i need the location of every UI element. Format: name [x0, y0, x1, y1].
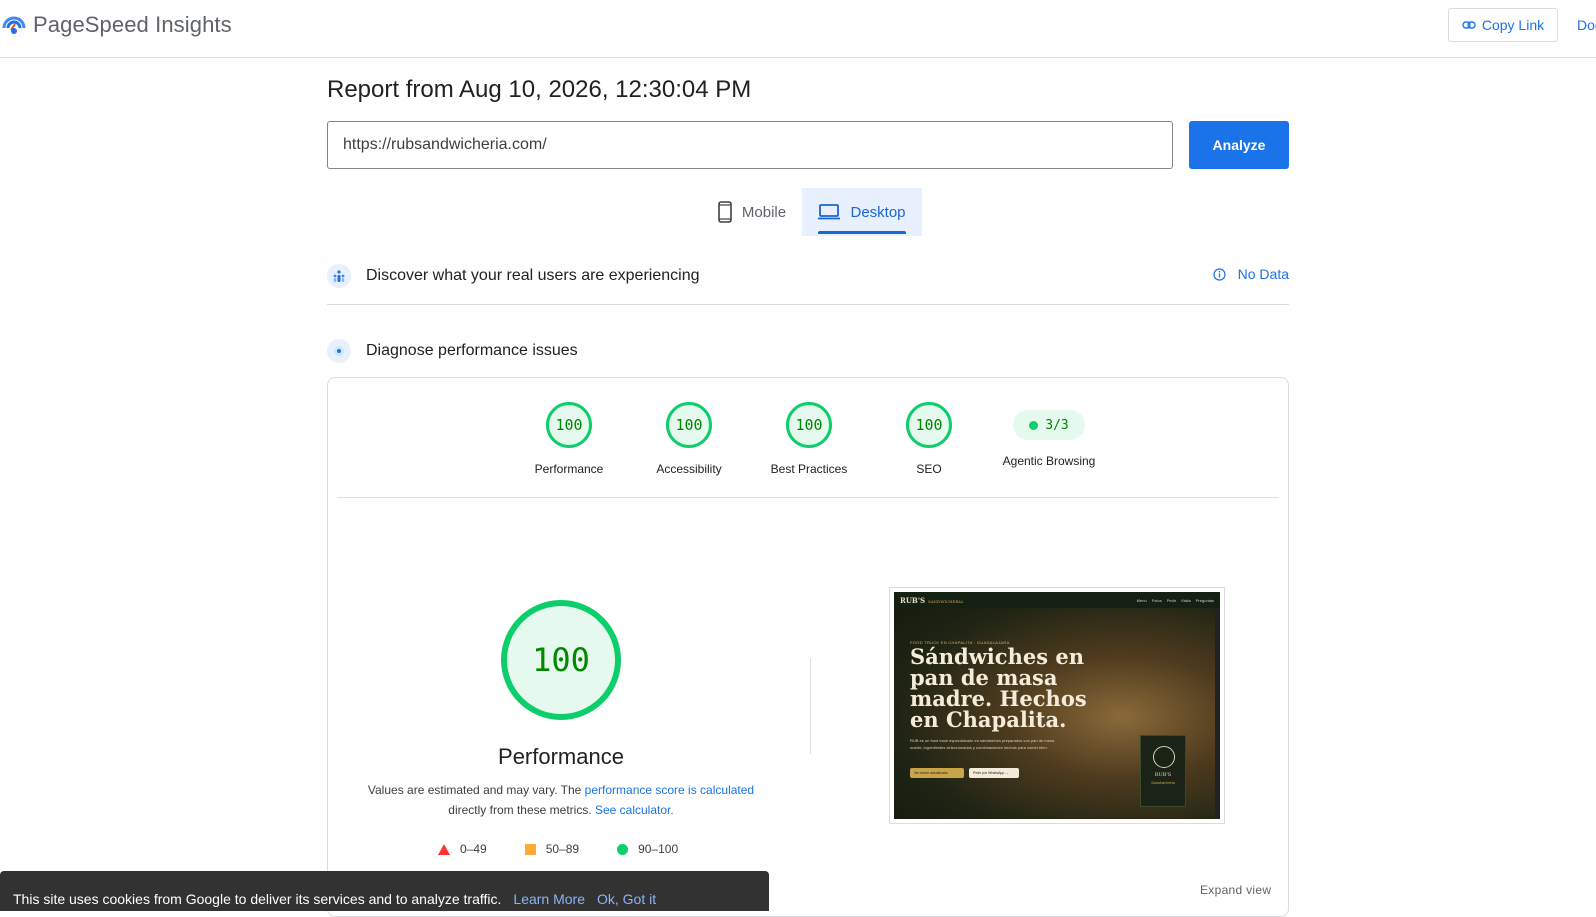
pass-circle-icon — [617, 843, 629, 855]
thumb-nav-link: Fotos — [1151, 597, 1162, 603]
lighthouse-report-card: 100 Performance 100 Accessibility 100 Be… — [327, 377, 1289, 917]
agentic-browsing-label: Agentic Browsing — [1002, 454, 1096, 468]
thumb-brand-name: RUB'S — [900, 595, 926, 605]
disclaimer-text-1: Values are estimated and may vary. The — [367, 783, 585, 797]
final-screenshot[interactable]: RUB'S SANDWICHERIA Menú Fotos Pedir Visit… — [889, 587, 1225, 824]
copy-link-button[interactable]: Copy Link — [1448, 8, 1558, 42]
cookie-banner: This site uses cookies from Google to de… — [0, 871, 769, 911]
diagnose-header: Diagnose performance issues — [327, 337, 1289, 365]
link-icon — [1462, 21, 1476, 29]
legend-fail-range: 0–49 — [460, 842, 487, 856]
gauge-performance[interactable]: 100 Performance — [509, 402, 629, 476]
tab-desktop-label: Desktop — [850, 203, 906, 221]
pagespeed-logo-icon[interactable] — [2, 14, 26, 36]
mobile-phone-icon — [718, 201, 732, 223]
users-icon — [327, 264, 351, 288]
legend-pass-range: 90–100 — [638, 842, 679, 856]
info-icon — [1213, 267, 1226, 281]
pass-dot-icon — [1029, 420, 1039, 430]
copy-link-label: Copy Link — [1481, 17, 1545, 33]
fail-triangle-icon — [438, 843, 450, 855]
tree-logo-icon — [1153, 746, 1175, 768]
thumb-brand-sub: SANDWICHERIA — [928, 598, 964, 604]
report-title: Report from Aug 10, 2026, 12:30:04 PM — [327, 76, 752, 103]
performance-big-label: Performance — [498, 744, 624, 769]
thumb-nav-link: Menú — [1136, 597, 1147, 603]
accessibility-label: Accessibility — [656, 462, 722, 476]
thumb-brand: RUB'S SANDWICHERIA — [900, 596, 963, 605]
see-calculator-link[interactable]: See calculator. — [595, 803, 674, 817]
thumb-nav-links: Menú Fotos Pedir Visita Preguntas — [1137, 598, 1214, 603]
cookie-text: This site uses cookies from Google to de… — [13, 891, 502, 907]
agentic-browsing-value: 3/3 — [1045, 417, 1069, 433]
app-title[interactable]: PageSpeed Insights — [33, 12, 232, 38]
ok-got-it-button[interactable]: Ok, Got it — [597, 891, 656, 907]
field-data-title: Discover what your real users are experi… — [366, 267, 700, 284]
thumb-badge-name: RUB'S — [1154, 772, 1172, 778]
laptop-icon — [818, 204, 841, 220]
best-practices-label: Best Practices — [770, 462, 848, 476]
field-data-header[interactable]: Discover what your real users are experi… — [327, 262, 1289, 290]
best-practices-score: 100 — [786, 402, 832, 448]
agentic-browsing-badge: 3/3 — [1013, 410, 1085, 440]
score-calculation-link[interactable]: performance score is calculated — [585, 783, 754, 797]
accessibility-score: 100 — [666, 402, 712, 448]
gauge-accessibility[interactable]: 100 Accessibility — [629, 402, 749, 476]
thumb-menu-button: Ver menú actualizado — [910, 768, 964, 778]
url-input[interactable] — [327, 121, 1173, 169]
no-data-status[interactable]: No Data — [1213, 266, 1289, 282]
tab-desktop[interactable]: Desktop — [802, 188, 922, 236]
disclaimer-text-2: directly from these metrics. — [448, 803, 595, 817]
thumb-nav-link: Visita — [1181, 597, 1191, 603]
performance-score: 100 — [546, 402, 592, 448]
thumb-scrollbar — [1215, 608, 1220, 819]
thumb-whatsapp-button: Pedir por WhatsApp → — [969, 768, 1019, 778]
diagnose-target-icon — [327, 339, 351, 363]
section-divider — [327, 304, 1289, 305]
seo-label: SEO — [916, 462, 942, 476]
legend-pass: 90–100 — [617, 842, 678, 856]
screenshot-image: RUB'S SANDWICHERIA Menú Fotos Pedir Visit… — [894, 592, 1220, 819]
average-square-icon — [524, 843, 536, 855]
top-bar: PageSpeed Insights Copy Link Docs — [0, 0, 1596, 58]
legend-average-range: 50–89 — [545, 842, 580, 856]
performance-disclaimer: Values are estimated and may vary. The p… — [366, 780, 756, 820]
diagnose-title: Diagnose performance issues — [366, 342, 578, 359]
legend-average: 50–89 — [524, 842, 580, 856]
thumb-nav-link: Pedir — [1166, 597, 1177, 603]
seo-score: 100 — [906, 402, 952, 448]
card-divider — [337, 497, 1279, 498]
expand-view-button[interactable]: Expand view — [1200, 883, 1271, 897]
performance-big-score: 100 — [501, 600, 621, 720]
gauge-seo[interactable]: 100 SEO — [869, 402, 989, 476]
thumb-nav: RUB'S SANDWICHERIA Menú Fotos Pedir Visit… — [894, 592, 1220, 608]
thumb-subtext: RUB es un food truck especializado en sá… — [910, 738, 1055, 750]
tab-mobile[interactable]: Mobile — [702, 188, 802, 236]
performance-label: Performance — [534, 462, 604, 476]
vertical-separator — [810, 658, 811, 754]
learn-more-link[interactable]: Learn More — [513, 891, 585, 907]
analyze-button[interactable]: Analyze — [1189, 121, 1289, 169]
thumb-badge-sub: Sandwicheria — [1150, 780, 1175, 785]
thumb-nav-link: Preguntas — [1195, 597, 1214, 603]
thumb-logo-badge: RUB'S Sandwicheria — [1140, 735, 1186, 807]
gauge-agentic-browsing[interactable]: 3/3 Agentic Browsing — [989, 402, 1109, 468]
thumb-headline: Sándwiches en pan de masa madre. Hechos … — [910, 644, 1087, 732]
active-tab-indicator — [818, 231, 906, 234]
legend-fail: 0–49 — [438, 842, 487, 856]
no-data-label: No Data — [1237, 266, 1289, 282]
gauge-best-practices[interactable]: 100 Best Practices — [749, 402, 869, 476]
score-legend: 0–49 50–89 90–100 — [438, 842, 716, 856]
docs-link[interactable]: Docs — [1577, 17, 1596, 33]
tab-mobile-label: Mobile — [741, 203, 787, 221]
